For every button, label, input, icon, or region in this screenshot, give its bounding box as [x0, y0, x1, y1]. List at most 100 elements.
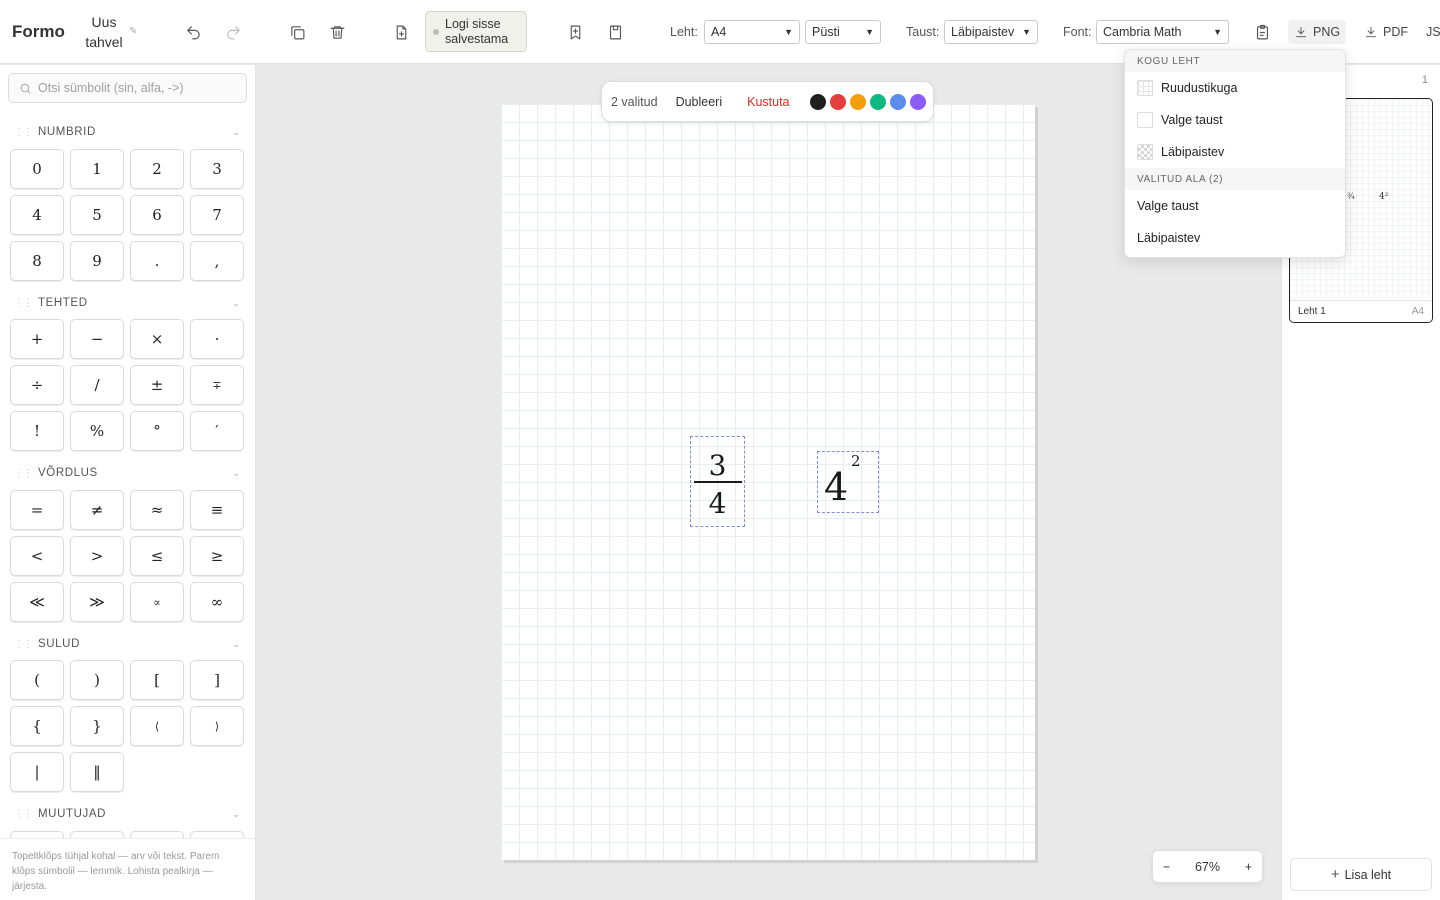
- page-canvas[interactable]: [501, 104, 1035, 860]
- chevron-down-icon[interactable]: ⌄: [232, 639, 240, 650]
- symbol-button[interactable]: |: [10, 752, 64, 792]
- symbol-button[interactable]: ≫: [70, 582, 124, 622]
- symbol-button[interactable]: ·: [190, 319, 244, 359]
- symbol-button[interactable]: 0: [10, 149, 64, 189]
- color-swatch-red[interactable]: [829, 93, 846, 110]
- symbol-button[interactable]: .: [130, 241, 184, 281]
- drag-handle-icon[interactable]: ⋮⋮: [14, 298, 33, 309]
- symbol-button[interactable]: %: [70, 411, 124, 451]
- menu-item-transparent[interactable]: Läbipaistev: [1125, 136, 1345, 168]
- page-size-select[interactable]: A4 ▼: [704, 20, 800, 44]
- symbol-button[interactable]: ÷: [10, 365, 64, 405]
- font-select[interactable]: Cambria Math ▼: [1096, 20, 1229, 44]
- symbol-button[interactable]: ∓: [190, 365, 244, 405]
- copy-button[interactable]: [282, 17, 312, 47]
- symbol-button[interactable]: (: [10, 660, 64, 700]
- symbol-button[interactable]: ⟩: [190, 706, 244, 746]
- symbol-button[interactable]: ): [70, 660, 124, 700]
- color-swatch-black[interactable]: [809, 93, 826, 110]
- symbol-button[interactable]: 3: [190, 149, 244, 189]
- zoom-in-button[interactable]: +: [1245, 860, 1252, 874]
- symbol-button[interactable]: ≡: [190, 490, 244, 530]
- symbol-button[interactable]: +: [10, 319, 64, 359]
- symbol-button[interactable]: 9: [70, 241, 124, 281]
- color-swatch-purple[interactable]: [909, 93, 926, 110]
- symbol-button[interactable]: −: [70, 319, 124, 359]
- symbol-button[interactable]: ±: [130, 365, 184, 405]
- bookmark-add-button[interactable]: [560, 17, 590, 47]
- symbol-button[interactable]: ≈: [130, 490, 184, 530]
- symbol-button[interactable]: <: [10, 536, 64, 576]
- symbol-button[interactable]: ≤: [130, 536, 184, 576]
- symbol-button[interactable]: 8: [10, 241, 64, 281]
- menu-item-white[interactable]: Valge taust: [1125, 104, 1345, 136]
- menu-item-selection-white[interactable]: Valge taust: [1125, 190, 1345, 222]
- zoom-out-button[interactable]: −: [1163, 860, 1170, 874]
- symbol-button[interactable]: 6: [130, 195, 184, 235]
- power-equation[interactable]: 4 2: [817, 451, 879, 513]
- symbol-button[interactable]: {: [10, 706, 64, 746]
- section-header-brackets[interactable]: ⋮⋮ SULUD ⌄: [0, 633, 255, 655]
- bookmark-save-button[interactable]: [600, 17, 630, 47]
- drag-handle-icon[interactable]: ⋮⋮: [14, 468, 33, 479]
- symbol-button[interactable]: °: [130, 411, 184, 451]
- symbol-button[interactable]: ,: [190, 241, 244, 281]
- symbol-button[interactable]: ≪: [10, 582, 64, 622]
- redo-button[interactable]: [218, 17, 248, 47]
- symbol-button[interactable]: /: [70, 365, 124, 405]
- symbol-button[interactable]: ≠: [70, 490, 124, 530]
- symbol-button[interactable]: >: [70, 536, 124, 576]
- color-swatch-orange[interactable]: [849, 93, 866, 110]
- chevron-down-icon[interactable]: ⌄: [232, 809, 240, 820]
- symbol-button[interactable]: ×: [130, 319, 184, 359]
- menu-item-selection-transparent[interactable]: Läbipaistev: [1125, 222, 1345, 254]
- symbol-button[interactable]: !: [10, 411, 64, 451]
- export-js-button[interactable]: JS: [1424, 20, 1440, 44]
- chevron-down-icon[interactable]: ⌄: [232, 468, 240, 479]
- background-select[interactable]: Läbipaistev ▼: [944, 20, 1038, 44]
- duplicate-button[interactable]: Dubleeri: [676, 95, 723, 109]
- symbol-button[interactable]: ⟨: [130, 706, 184, 746]
- symbol-button[interactable]: =: [10, 490, 64, 530]
- section-header-variables[interactable]: ⋮⋮ MUUTUJAD ⌄: [0, 803, 255, 825]
- clipboard-button[interactable]: [1247, 17, 1277, 47]
- section-header-comparison[interactable]: ⋮⋮ VÕRDLUS ⌄: [0, 462, 255, 484]
- symbol-search[interactable]: [8, 73, 247, 103]
- export-pdf-button[interactable]: PDF: [1358, 20, 1414, 44]
- symbol-button[interactable]: ‖: [70, 752, 124, 792]
- symbol-button[interactable]: 4: [10, 195, 64, 235]
- symbol-button[interactable]: 5: [70, 195, 124, 235]
- section-header-operations[interactable]: ⋮⋮ TEHTED ⌄: [0, 292, 255, 314]
- symbol-button[interactable]: ]: [190, 660, 244, 700]
- undo-button[interactable]: [178, 17, 208, 47]
- symbol-button[interactable]: [: [130, 660, 184, 700]
- delete-button[interactable]: [322, 17, 352, 47]
- symbol-button[interactable]: ∞: [190, 582, 244, 622]
- section-header-numbers[interactable]: ⋮⋮ NUMBRID ⌄: [0, 121, 255, 143]
- symbol-button[interactable]: }: [70, 706, 124, 746]
- fraction-equation[interactable]: 3 4: [690, 436, 745, 527]
- symbol-button[interactable]: 2: [130, 149, 184, 189]
- chevron-down-icon[interactable]: ⌄: [232, 127, 240, 138]
- add-page-button[interactable]: + Lisa leht: [1290, 858, 1432, 891]
- symbol-button[interactable]: 7: [190, 195, 244, 235]
- new-page-button[interactable]: [386, 17, 416, 47]
- pencil-icon[interactable]: ✎: [129, 26, 137, 37]
- color-swatch-green[interactable]: [869, 93, 886, 110]
- symbol-button[interactable]: ′: [190, 411, 244, 451]
- symbol-button[interactable]: ≥: [190, 536, 244, 576]
- drag-handle-icon[interactable]: ⋮⋮: [14, 809, 33, 820]
- chevron-down-icon[interactable]: ⌄: [232, 298, 240, 309]
- drag-handle-icon[interactable]: ⋮⋮: [14, 639, 33, 650]
- orientation-select[interactable]: Püsti ▼: [805, 20, 881, 44]
- symbol-button[interactable]: ∝: [130, 582, 184, 622]
- symbol-button[interactable]: 1: [70, 149, 124, 189]
- symbol-search-input[interactable]: [38, 81, 228, 95]
- document-title[interactable]: Uus tahvel: [84, 12, 124, 52]
- color-swatch-blue[interactable]: [889, 93, 906, 110]
- login-to-save-button[interactable]: Logi sisse salvestama: [425, 11, 527, 52]
- drag-handle-icon[interactable]: ⋮⋮: [14, 127, 33, 138]
- delete-selection-button[interactable]: Kustuta: [747, 95, 789, 109]
- export-png-button[interactable]: PNG: [1288, 20, 1347, 44]
- menu-item-grid[interactable]: Ruudustikuga: [1125, 72, 1345, 104]
